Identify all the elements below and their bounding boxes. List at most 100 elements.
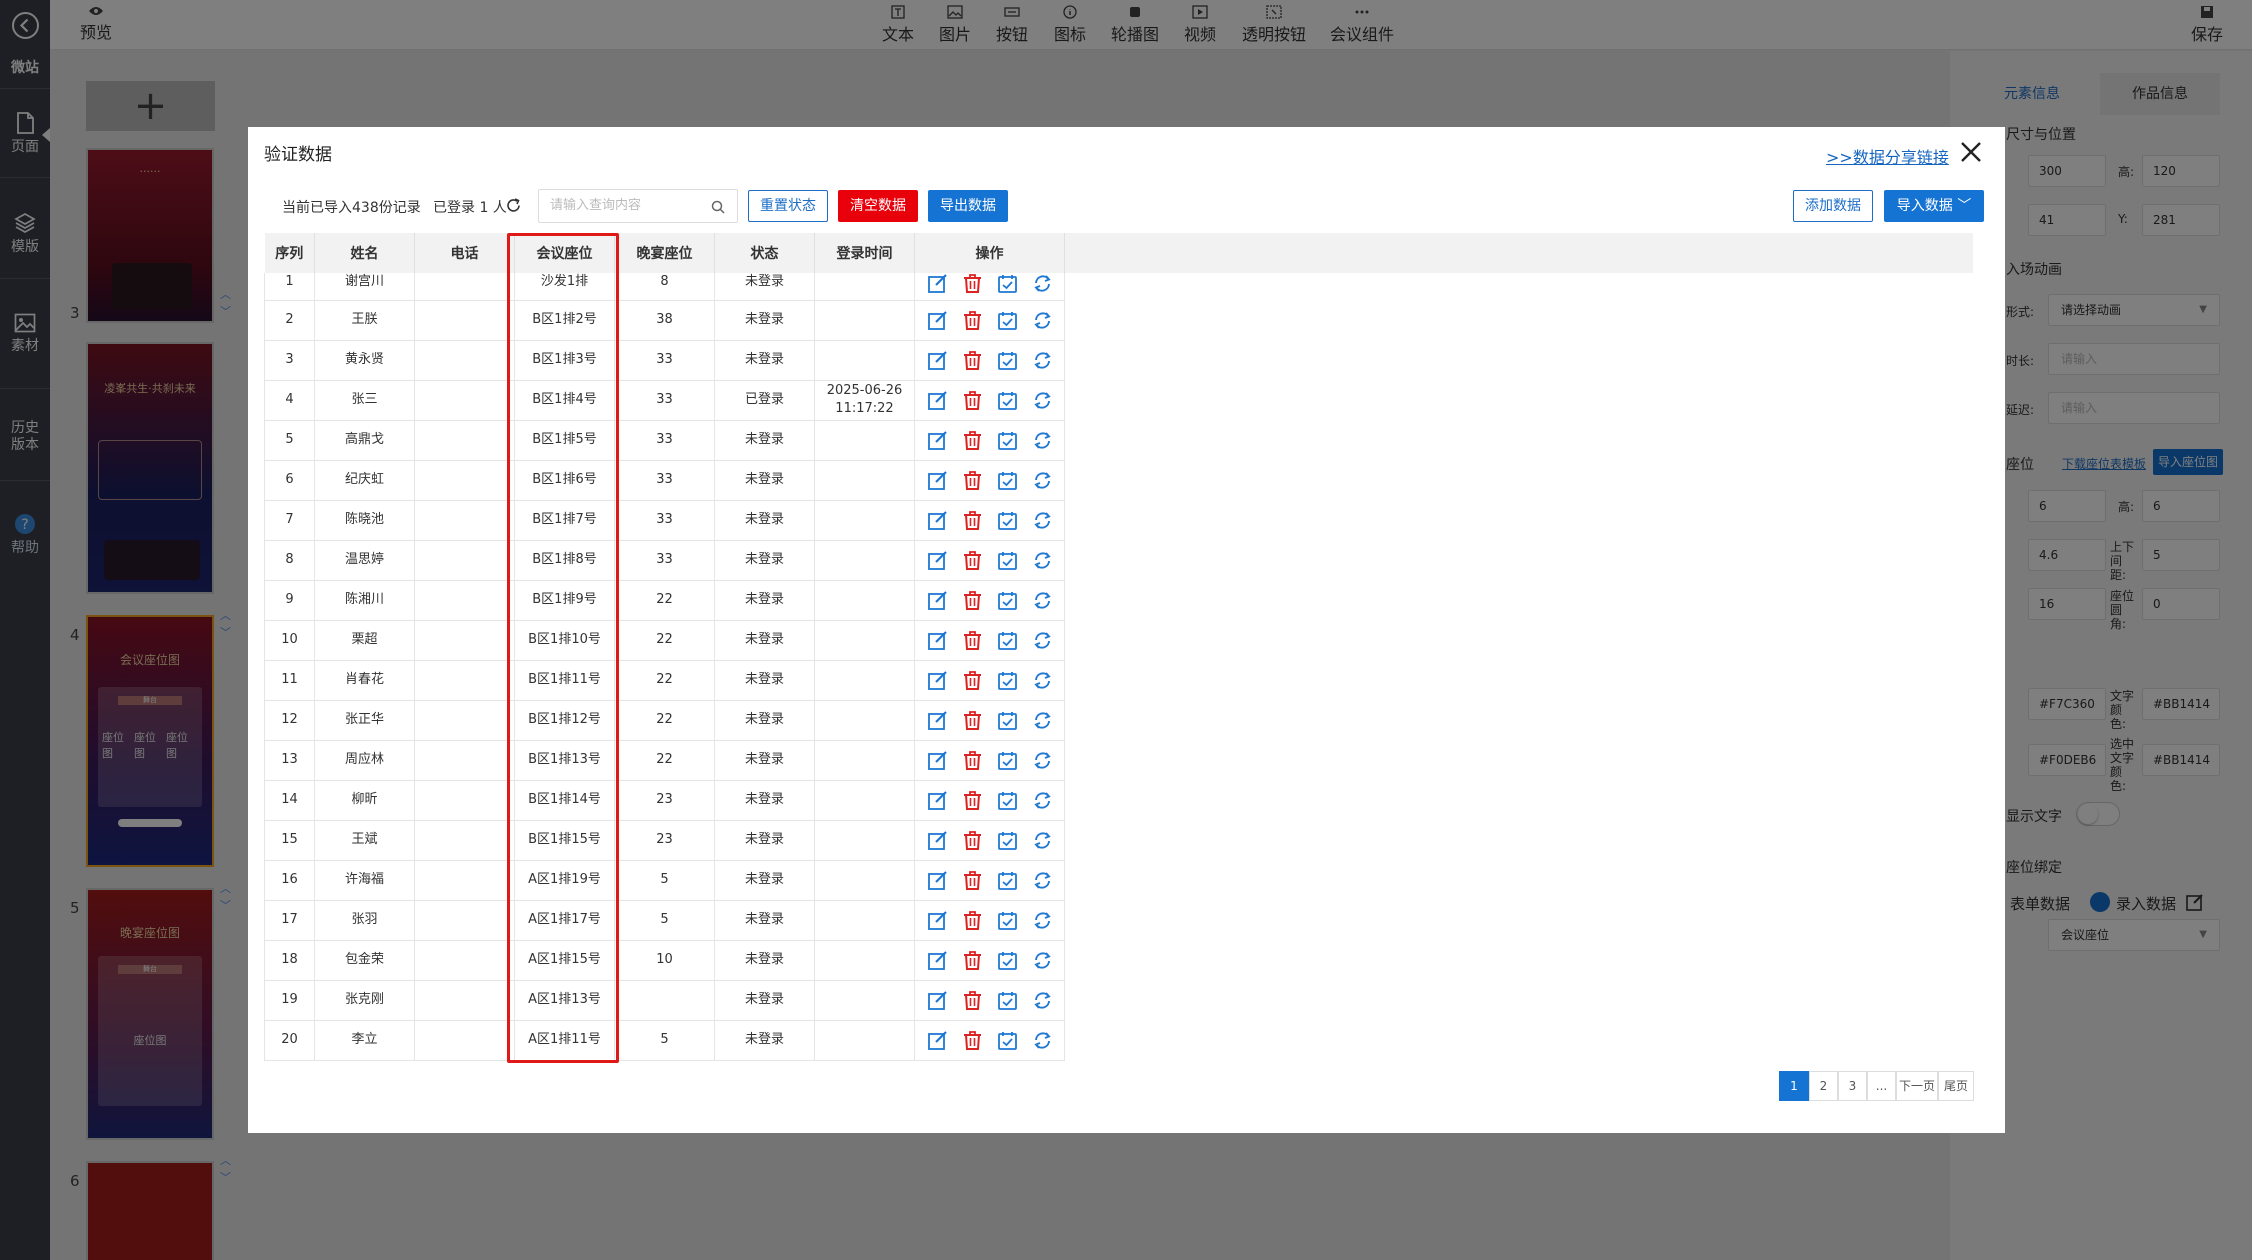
delete-icon[interactable] bbox=[962, 350, 983, 371]
calendar-check-icon[interactable] bbox=[997, 750, 1018, 771]
calendar-check-icon[interactable] bbox=[997, 1030, 1018, 1051]
calendar-check-icon[interactable] bbox=[997, 910, 1018, 931]
sync-icon[interactable] bbox=[1032, 273, 1053, 294]
next-page-button[interactable]: 下一页 bbox=[1896, 1071, 1938, 1101]
page-2-button[interactable]: 2 bbox=[1809, 1071, 1838, 1101]
sync-icon[interactable] bbox=[1032, 990, 1053, 1011]
clear-data-button[interactable]: 清空数据 bbox=[838, 190, 918, 222]
refresh-icon[interactable] bbox=[505, 197, 522, 214]
search-placeholder: 请输入查询内容 bbox=[550, 198, 642, 213]
delete-icon[interactable] bbox=[962, 590, 983, 611]
edit-icon[interactable] bbox=[927, 670, 948, 691]
search-icon[interactable] bbox=[711, 200, 725, 214]
edit-icon[interactable] bbox=[927, 630, 948, 651]
delete-icon[interactable] bbox=[962, 790, 983, 811]
edit-icon[interactable] bbox=[927, 990, 948, 1011]
sync-icon[interactable] bbox=[1032, 550, 1053, 571]
edit-icon[interactable] bbox=[927, 273, 948, 294]
calendar-check-icon[interactable] bbox=[997, 310, 1018, 331]
sync-icon[interactable] bbox=[1032, 910, 1053, 931]
edit-icon[interactable] bbox=[927, 390, 948, 411]
sync-icon[interactable] bbox=[1032, 390, 1053, 411]
edit-icon[interactable] bbox=[927, 1030, 948, 1051]
sync-icon[interactable] bbox=[1032, 750, 1053, 771]
calendar-check-icon[interactable] bbox=[997, 830, 1018, 851]
edit-icon[interactable] bbox=[927, 430, 948, 451]
delete-icon[interactable] bbox=[962, 950, 983, 971]
close-icon[interactable] bbox=[1959, 140, 1983, 164]
page-1-button[interactable]: 1 bbox=[1779, 1071, 1809, 1101]
delete-icon[interactable] bbox=[962, 1030, 983, 1051]
page-3-button[interactable]: 3 bbox=[1838, 1071, 1867, 1101]
edit-icon[interactable] bbox=[927, 710, 948, 731]
column-header: 序列 bbox=[264, 233, 315, 273]
reset-status-button[interactable]: 重置状态 bbox=[748, 190, 828, 222]
edit-icon[interactable] bbox=[927, 590, 948, 611]
edit-icon[interactable] bbox=[927, 510, 948, 531]
calendar-check-icon[interactable] bbox=[997, 550, 1018, 571]
search-input[interactable]: 请输入查询内容 bbox=[538, 189, 738, 223]
sync-icon[interactable] bbox=[1032, 790, 1053, 811]
calendar-check-icon[interactable] bbox=[997, 790, 1018, 811]
delete-icon[interactable] bbox=[962, 510, 983, 531]
add-data-button[interactable]: 添加数据 bbox=[1793, 190, 1873, 222]
export-data-button[interactable]: 导出数据 bbox=[928, 190, 1008, 222]
calendar-check-icon[interactable] bbox=[997, 990, 1018, 1011]
delete-icon[interactable] bbox=[962, 273, 983, 294]
calendar-check-icon[interactable] bbox=[997, 273, 1018, 294]
delete-icon[interactable] bbox=[962, 630, 983, 651]
sync-icon[interactable] bbox=[1032, 630, 1053, 651]
delete-icon[interactable] bbox=[962, 670, 983, 691]
sync-icon[interactable] bbox=[1032, 1030, 1053, 1051]
edit-icon[interactable] bbox=[927, 350, 948, 371]
delete-icon[interactable] bbox=[962, 990, 983, 1011]
calendar-check-icon[interactable] bbox=[997, 670, 1018, 691]
edit-icon[interactable] bbox=[927, 470, 948, 491]
sync-icon[interactable] bbox=[1032, 310, 1053, 331]
delete-icon[interactable] bbox=[962, 550, 983, 571]
sync-icon[interactable] bbox=[1032, 710, 1053, 731]
calendar-check-icon[interactable] bbox=[997, 470, 1018, 491]
calendar-check-icon[interactable] bbox=[997, 870, 1018, 891]
sync-icon[interactable] bbox=[1032, 510, 1053, 531]
edit-icon[interactable] bbox=[927, 950, 948, 971]
sync-icon[interactable] bbox=[1032, 950, 1053, 971]
delete-icon[interactable] bbox=[962, 750, 983, 771]
edit-icon[interactable] bbox=[927, 790, 948, 811]
delete-icon[interactable] bbox=[962, 870, 983, 891]
page-ellipsis[interactable]: ... bbox=[1867, 1071, 1896, 1101]
edit-icon[interactable] bbox=[927, 550, 948, 571]
sync-icon[interactable] bbox=[1032, 430, 1053, 451]
data-share-link[interactable]: >>数据分享链接 bbox=[1826, 144, 1949, 168]
calendar-check-icon[interactable] bbox=[997, 590, 1018, 611]
calendar-check-icon[interactable] bbox=[997, 950, 1018, 971]
delete-icon[interactable] bbox=[962, 710, 983, 731]
calendar-check-icon[interactable] bbox=[997, 630, 1018, 651]
calendar-check-icon[interactable] bbox=[997, 710, 1018, 731]
edit-icon[interactable] bbox=[927, 830, 948, 851]
edit-icon[interactable] bbox=[927, 310, 948, 331]
edit-icon[interactable] bbox=[927, 750, 948, 771]
sync-icon[interactable] bbox=[1032, 470, 1053, 491]
edit-icon[interactable] bbox=[927, 870, 948, 891]
table-row: 10 栗超 B区1排10号 22 未登录 bbox=[264, 620, 1065, 661]
delete-icon[interactable] bbox=[962, 430, 983, 451]
delete-icon[interactable] bbox=[962, 910, 983, 931]
edit-icon[interactable] bbox=[927, 910, 948, 931]
last-page-button[interactable]: 尾页 bbox=[1938, 1071, 1974, 1101]
calendar-check-icon[interactable] bbox=[997, 390, 1018, 411]
calendar-check-icon[interactable] bbox=[997, 350, 1018, 371]
table-row: 7 陈晓池 B区1排7号 33 未登录 bbox=[264, 500, 1065, 541]
sync-icon[interactable] bbox=[1032, 870, 1053, 891]
calendar-check-icon[interactable] bbox=[997, 430, 1018, 451]
import-data-button[interactable]: 导入数据 ﹀ bbox=[1884, 190, 1984, 222]
delete-icon[interactable] bbox=[962, 310, 983, 331]
sync-icon[interactable] bbox=[1032, 590, 1053, 611]
sync-icon[interactable] bbox=[1032, 830, 1053, 851]
sync-icon[interactable] bbox=[1032, 670, 1053, 691]
sync-icon[interactable] bbox=[1032, 350, 1053, 371]
delete-icon[interactable] bbox=[962, 830, 983, 851]
delete-icon[interactable] bbox=[962, 470, 983, 491]
delete-icon[interactable] bbox=[962, 390, 983, 411]
calendar-check-icon[interactable] bbox=[997, 510, 1018, 531]
